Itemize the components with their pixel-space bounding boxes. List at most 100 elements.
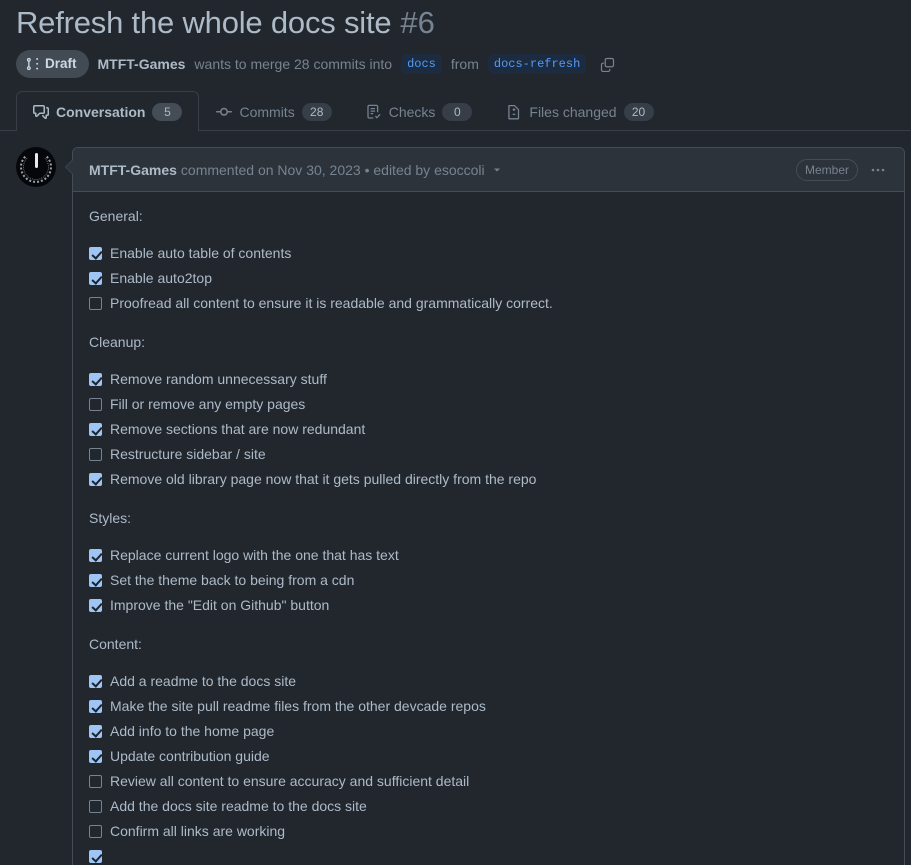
task-label: Replace current logo with the one that h… <box>110 547 399 563</box>
task-label: Remove sections that are now redundant <box>110 421 366 437</box>
pr-merge-text: wants to merge 28 commits into <box>194 56 393 72</box>
checkbox-checked-icon[interactable] <box>89 725 102 738</box>
chevron-down-icon[interactable] <box>491 164 503 176</box>
task-list-cleanup: Remove random unnecessary stuff Fill or … <box>89 367 888 492</box>
comment-meta: commented on Nov 30, 2023 • edited by es… <box>180 161 485 178</box>
checkbox-checked-icon[interactable] <box>89 473 102 486</box>
pr-meta-row: Draft MTFT-Games wants to merge 28 commi… <box>0 42 911 78</box>
tab-files-changed[interactable]: Files changed 20 <box>489 91 670 131</box>
checkbox-checked-icon[interactable] <box>89 272 102 285</box>
pr-number: #6 <box>400 5 435 40</box>
task-item[interactable]: Improve the "Edit on Github" button <box>89 593 888 618</box>
task-label: Review all content to ensure accuracy an… <box>110 773 470 789</box>
pr-tabs: Conversation 5 Commits 28 Checks 0 Files… <box>0 91 911 131</box>
section-heading-general: General: <box>89 208 143 224</box>
task-item[interactable]: Add info to the home page <box>89 719 888 744</box>
task-item[interactable]: Add a readme to the docs site <box>89 669 888 694</box>
task-item[interactable]: Enable auto table of contents <box>89 241 888 266</box>
file-diff-icon <box>506 104 522 120</box>
checkbox-unchecked-icon[interactable] <box>89 800 102 813</box>
task-item[interactable]: Make the site pull readme files from the… <box>89 694 888 719</box>
section-heading-cleanup: Cleanup: <box>89 334 146 350</box>
copy-icon[interactable] <box>597 54 617 74</box>
role-badge: Member <box>795 158 858 181</box>
comment-body: General: Enable auto table of contents E… <box>73 192 904 865</box>
checkbox-checked-icon[interactable] <box>89 850 102 863</box>
checkbox-unchecked-icon[interactable] <box>89 448 102 461</box>
checkbox-checked-icon[interactable] <box>89 750 102 763</box>
tab-counter: 20 <box>623 102 654 121</box>
git-pull-request-draft-icon <box>26 57 40 71</box>
task-item[interactable]: Add the docs site readme to the docs sit… <box>89 794 888 819</box>
task-item[interactable]: Remove old library page now that it gets… <box>89 467 888 492</box>
pull-request-page: Refresh the whole docs site #6 Draft MTF… <box>0 0 911 865</box>
avatar-knob-line <box>34 153 38 168</box>
checkbox-checked-icon[interactable] <box>89 373 102 386</box>
checkbox-checked-icon[interactable] <box>89 247 102 260</box>
tab-counter: 28 <box>301 102 332 121</box>
tab-label: Commits <box>239 103 295 120</box>
tab-conversation[interactable]: Conversation 5 <box>16 91 200 131</box>
task-label: Make the site pull readme files from the… <box>110 698 486 714</box>
task-label: Restructure sidebar / site <box>110 446 266 462</box>
status-badge-label: Draft <box>45 56 77 71</box>
git-commit-icon <box>216 104 233 120</box>
task-item[interactable]: Fill or remove any empty pages <box>89 392 888 417</box>
comment-header-actions: Member <box>795 158 888 181</box>
checkbox-checked-icon[interactable] <box>89 675 102 688</box>
tab-label: Checks <box>388 103 436 120</box>
checkbox-checked-icon[interactable] <box>89 599 102 612</box>
task-label: Set the theme back to being from a cdn <box>110 572 355 588</box>
tab-label: Files changed <box>529 103 617 120</box>
base-branch-chip[interactable]: docs <box>401 54 442 74</box>
task-item[interactable]: Restructure sidebar / site <box>89 442 888 467</box>
task-item[interactable]: Set the theme back to being from a cdn <box>89 568 888 593</box>
section-heading-styles: Styles: <box>89 510 132 526</box>
task-item[interactable]: Remove random unnecessary stuff <box>89 367 888 392</box>
checkbox-checked-icon[interactable] <box>89 574 102 587</box>
task-label: Remove random unnecessary stuff <box>110 371 327 387</box>
task-item[interactable]: Update contribution guide <box>89 744 888 769</box>
head-branch-chip[interactable]: docs-refresh <box>487 54 587 74</box>
pr-title-row: Refresh the whole docs site #6 <box>0 0 911 42</box>
task-label: Update contribution guide <box>110 748 270 764</box>
comment-box: MTFT-Games commented on Nov 30, 2023 • e… <box>65 147 905 865</box>
checkbox-checked-icon[interactable] <box>89 423 102 436</box>
avatar[interactable] <box>16 147 56 187</box>
task-list-styles: Replace current logo with the one that h… <box>89 543 888 618</box>
task-list-content: Add a readme to the docs site Make the s… <box>89 669 888 865</box>
status-badge: Draft <box>16 50 89 78</box>
task-item[interactable] <box>89 844 888 865</box>
task-item[interactable]: Remove sections that are now redundant <box>89 417 888 442</box>
checkbox-unchecked-icon[interactable] <box>89 398 102 411</box>
task-item[interactable]: Proofread all content to ensure it is re… <box>89 291 888 316</box>
checklist-icon <box>366 104 382 120</box>
task-item[interactable]: Confirm all links are working <box>89 819 888 844</box>
pr-author[interactable]: MTFT-Games <box>98 54 186 74</box>
task-label: Enable auto table of contents <box>110 245 292 261</box>
kebab-horizontal-icon[interactable] <box>868 162 888 178</box>
task-label: Enable auto2top <box>110 270 212 286</box>
task-label: Proofread all content to ensure it is re… <box>110 295 553 311</box>
task-label: Add a readme to the docs site <box>110 673 296 689</box>
tab-checks[interactable]: Checks 0 <box>349 91 490 131</box>
task-label: Remove old library page now that it gets… <box>110 471 537 487</box>
checkbox-unchecked-icon[interactable] <box>89 297 102 310</box>
section-heading-content: Content: <box>89 636 142 652</box>
checkbox-unchecked-icon[interactable] <box>89 825 102 838</box>
comment-author[interactable]: MTFT-Games <box>89 160 177 180</box>
comment-header: MTFT-Games commented on Nov 30, 2023 • e… <box>73 148 904 192</box>
checkbox-checked-icon[interactable] <box>89 549 102 562</box>
tab-commits[interactable]: Commits 28 <box>199 91 348 131</box>
task-item[interactable]: Review all content to ensure accuracy an… <box>89 769 888 794</box>
task-item[interactable]: Replace current logo with the one that h… <box>89 543 888 568</box>
task-item[interactable]: Enable auto2top <box>89 266 888 291</box>
checkbox-unchecked-icon[interactable] <box>89 775 102 788</box>
task-label: Add the docs site readme to the docs sit… <box>110 798 367 814</box>
comment-thread: MTFT-Games commented on Nov 30, 2023 • e… <box>0 131 911 865</box>
page-title: Refresh the whole docs site <box>16 5 392 40</box>
tab-label: Conversation <box>56 103 146 120</box>
task-label: Fill or remove any empty pages <box>110 396 306 412</box>
checkbox-checked-icon[interactable] <box>89 700 102 713</box>
task-label: Add info to the home page <box>110 723 275 739</box>
